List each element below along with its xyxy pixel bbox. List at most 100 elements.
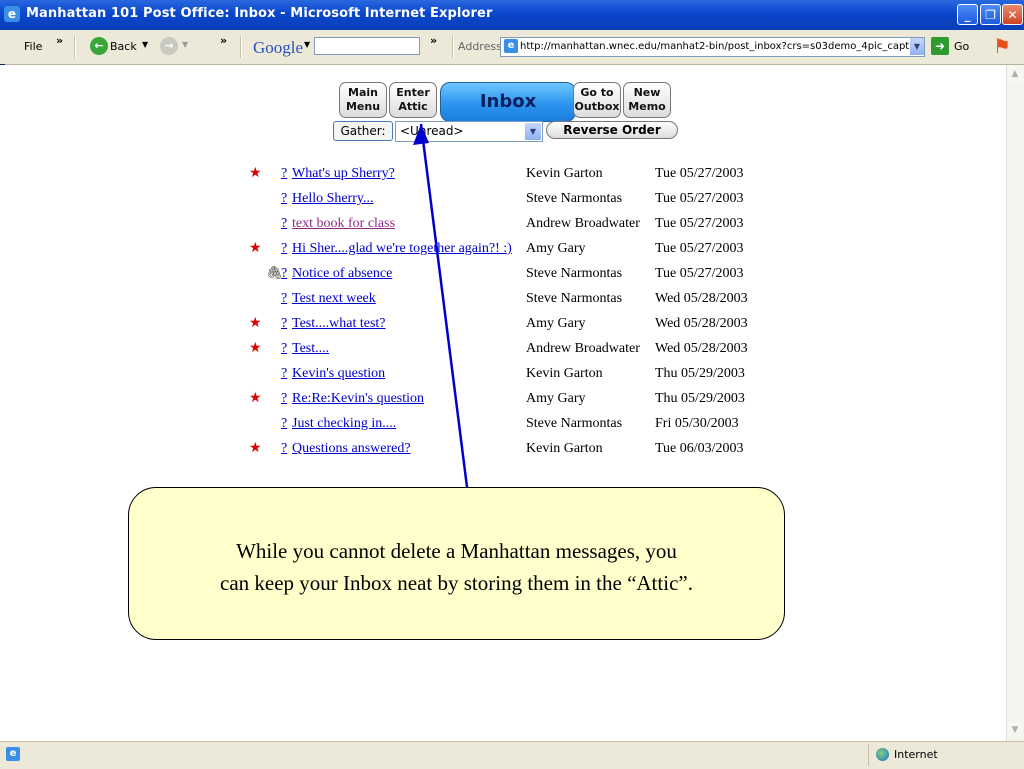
new-memo-button[interactable]: New Memo xyxy=(623,82,671,118)
message-info-link[interactable]: ? xyxy=(281,366,287,382)
message-date: Wed 05/28/2003 xyxy=(655,341,748,356)
message-subject-link[interactable]: Notice of absence xyxy=(292,266,392,282)
priority-star-icon: ★ xyxy=(249,316,262,331)
message-info-link[interactable]: ? xyxy=(281,166,287,182)
callout-box: While you cannot delete a Manhattan mess… xyxy=(128,487,785,640)
message-row: ? Just checking in.... Steve Narmontas Fri … xyxy=(0,413,1006,438)
scroll-up-icon[interactable]: ▲ xyxy=(1007,66,1023,82)
toolbar-separator xyxy=(452,36,454,58)
forward-dropdown-icon[interactable]: ▼ xyxy=(182,40,188,49)
message-row: ★? Hi Sher....glad we're together again?!… xyxy=(0,238,1006,263)
message-info-link[interactable]: ? xyxy=(281,266,287,282)
reverse-order-button[interactable]: Reverse Order xyxy=(546,121,678,139)
message-subject-link[interactable]: Test next week xyxy=(292,291,376,307)
back-dropdown-icon[interactable]: ▼ xyxy=(142,40,148,49)
minimize-button[interactable]: _ xyxy=(957,4,978,25)
message-date: Wed 05/28/2003 xyxy=(655,316,748,331)
main-menu-button[interactable]: Main Menu xyxy=(339,82,387,118)
message-subject-link[interactable]: Hello Sherry... xyxy=(292,191,374,207)
toolbar-chevron[interactable]: » xyxy=(220,34,227,47)
priority-star-icon: ★ xyxy=(249,391,262,406)
message-row: ? text book for class Andrew Broadwater Tue… xyxy=(0,213,1006,238)
message-row: ★? Test....what test? Amy Gary Wed 05/28/20… xyxy=(0,313,1006,338)
back-arrow-icon[interactable]: ← xyxy=(90,37,108,55)
message-info-link[interactable]: ? xyxy=(281,416,287,432)
callout-line-2: can keep your Inbox neat by storing them… xyxy=(220,571,693,595)
message-sender: Andrew Broadwater xyxy=(526,341,640,356)
message-subject-link[interactable]: What's up Sherry? xyxy=(292,166,395,182)
enter-attic-button[interactable]: Enter Attic xyxy=(389,82,437,118)
file-menu[interactable]: File xyxy=(24,40,42,53)
message-subject-link[interactable]: Kevin's question xyxy=(292,366,385,382)
toolbar-separator xyxy=(240,36,242,58)
message-info-link[interactable]: ? xyxy=(281,241,287,257)
browser-toolbar: File » ← Back ▼ → ▼ » Google ▼ » Address… xyxy=(0,30,1024,65)
message-subject-link[interactable]: Test....what test? xyxy=(292,316,386,332)
address-bar[interactable]: e http://manhattan.wnec.edu/manhat2-bin/p… xyxy=(500,37,925,57)
google-dropdown-icon[interactable]: ▼ xyxy=(304,40,310,49)
message-date: Tue 05/27/2003 xyxy=(655,216,744,231)
message-info-link[interactable]: ? xyxy=(281,341,287,357)
message-sender: Kevin Garton xyxy=(526,366,603,381)
go-to-outbox-button[interactable]: Go to Outbox xyxy=(573,82,621,118)
restore-button[interactable]: ❐ xyxy=(980,4,1001,25)
message-info-link[interactable]: ? xyxy=(281,441,287,457)
forward-arrow-icon[interactable]: → xyxy=(160,37,178,55)
message-row: ★? What's up Sherry? Kevin Garton Tue 05/27… xyxy=(0,163,1006,188)
message-sender: Kevin Garton xyxy=(526,441,603,456)
message-sender: Amy Gary xyxy=(526,316,586,331)
gather-dropdown-icon[interactable]: ▼ xyxy=(525,123,541,140)
window-title: Manhattan 101 Post Office: Inbox - Micro… xyxy=(26,6,493,21)
message-row: ★? Re:Re:Kevin's question Amy Gary Thu 05/2… xyxy=(0,388,1006,413)
toolbar-separator xyxy=(74,36,76,58)
message-date: Thu 05/29/2003 xyxy=(655,391,745,406)
message-date: Wed 05/28/2003 xyxy=(655,291,748,306)
message-info-link[interactable]: ? xyxy=(281,191,287,207)
message-date: Tue 05/27/2003 xyxy=(655,241,744,256)
message-subject-link[interactable]: Test.... xyxy=(292,341,329,357)
google-search-input[interactable] xyxy=(314,37,420,55)
message-info-link[interactable]: ? xyxy=(281,216,287,232)
back-button[interactable]: Back xyxy=(110,40,137,53)
message-date: Thu 05/29/2003 xyxy=(655,366,745,381)
gather-select[interactable]: <Unread> xyxy=(395,121,543,142)
toolbar-chevron[interactable]: » xyxy=(430,34,437,47)
message-info-link[interactable]: ? xyxy=(281,291,287,307)
go-button[interactable]: Go xyxy=(954,40,969,53)
message-info-link[interactable]: ? xyxy=(281,391,287,407)
message-sender: Amy Gary xyxy=(526,241,586,256)
priority-star-icon: ★ xyxy=(249,166,262,181)
windows-flag-icon: ⚑ xyxy=(993,34,1011,58)
message-date: Tue 05/27/2003 xyxy=(655,191,744,206)
ie-logo-icon: e xyxy=(4,6,20,22)
scroll-down-icon[interactable]: ▼ xyxy=(1007,722,1023,738)
address-dropdown-icon[interactable]: ▼ xyxy=(910,38,924,55)
message-subject-link[interactable]: Hi Sher....glad we're together again?! :… xyxy=(292,241,512,257)
google-logo[interactable]: Google xyxy=(253,38,303,58)
message-info-link[interactable]: ? xyxy=(281,316,287,332)
message-row: ★? Questions answered? Kevin Garton Tue 06/… xyxy=(0,438,1006,463)
message-subject-link[interactable]: Questions answered? xyxy=(292,441,411,457)
priority-star-icon: ★ xyxy=(249,341,262,356)
message-date: Fri 05/30/2003 xyxy=(655,416,739,431)
message-subject-link[interactable]: Re:Re:Kevin's question xyxy=(292,391,424,407)
page-status-icon: e xyxy=(6,747,20,761)
message-subject-link[interactable]: Just checking in.... xyxy=(292,416,396,432)
priority-star-icon: ★ xyxy=(249,241,262,256)
go-arrow-icon[interactable]: ➜ xyxy=(931,37,949,55)
address-label: Address xyxy=(458,40,502,53)
message-subject-link[interactable]: text book for class xyxy=(292,216,395,232)
message-date: Tue 06/03/2003 xyxy=(655,441,744,456)
inbox-button[interactable]: Inbox xyxy=(440,82,576,122)
message-sender: Steve Narmontas xyxy=(526,291,623,306)
priority-star-icon: ★ xyxy=(249,441,262,456)
title-bar: e Manhattan 101 Post Office: Inbox - Mic… xyxy=(0,0,1024,30)
toolbar-chevron[interactable]: » xyxy=(56,34,63,47)
globe-icon xyxy=(876,748,889,761)
page-icon: e xyxy=(504,39,518,53)
gather-button[interactable]: Gather: xyxy=(333,121,393,141)
message-date: Tue 05/27/2003 xyxy=(655,166,744,181)
close-button[interactable]: ✕ xyxy=(1002,4,1023,25)
message-row: ? Kevin's question Kevin Garton Thu 05/29/2… xyxy=(0,363,1006,388)
vertical-scrollbar[interactable] xyxy=(1006,65,1024,741)
